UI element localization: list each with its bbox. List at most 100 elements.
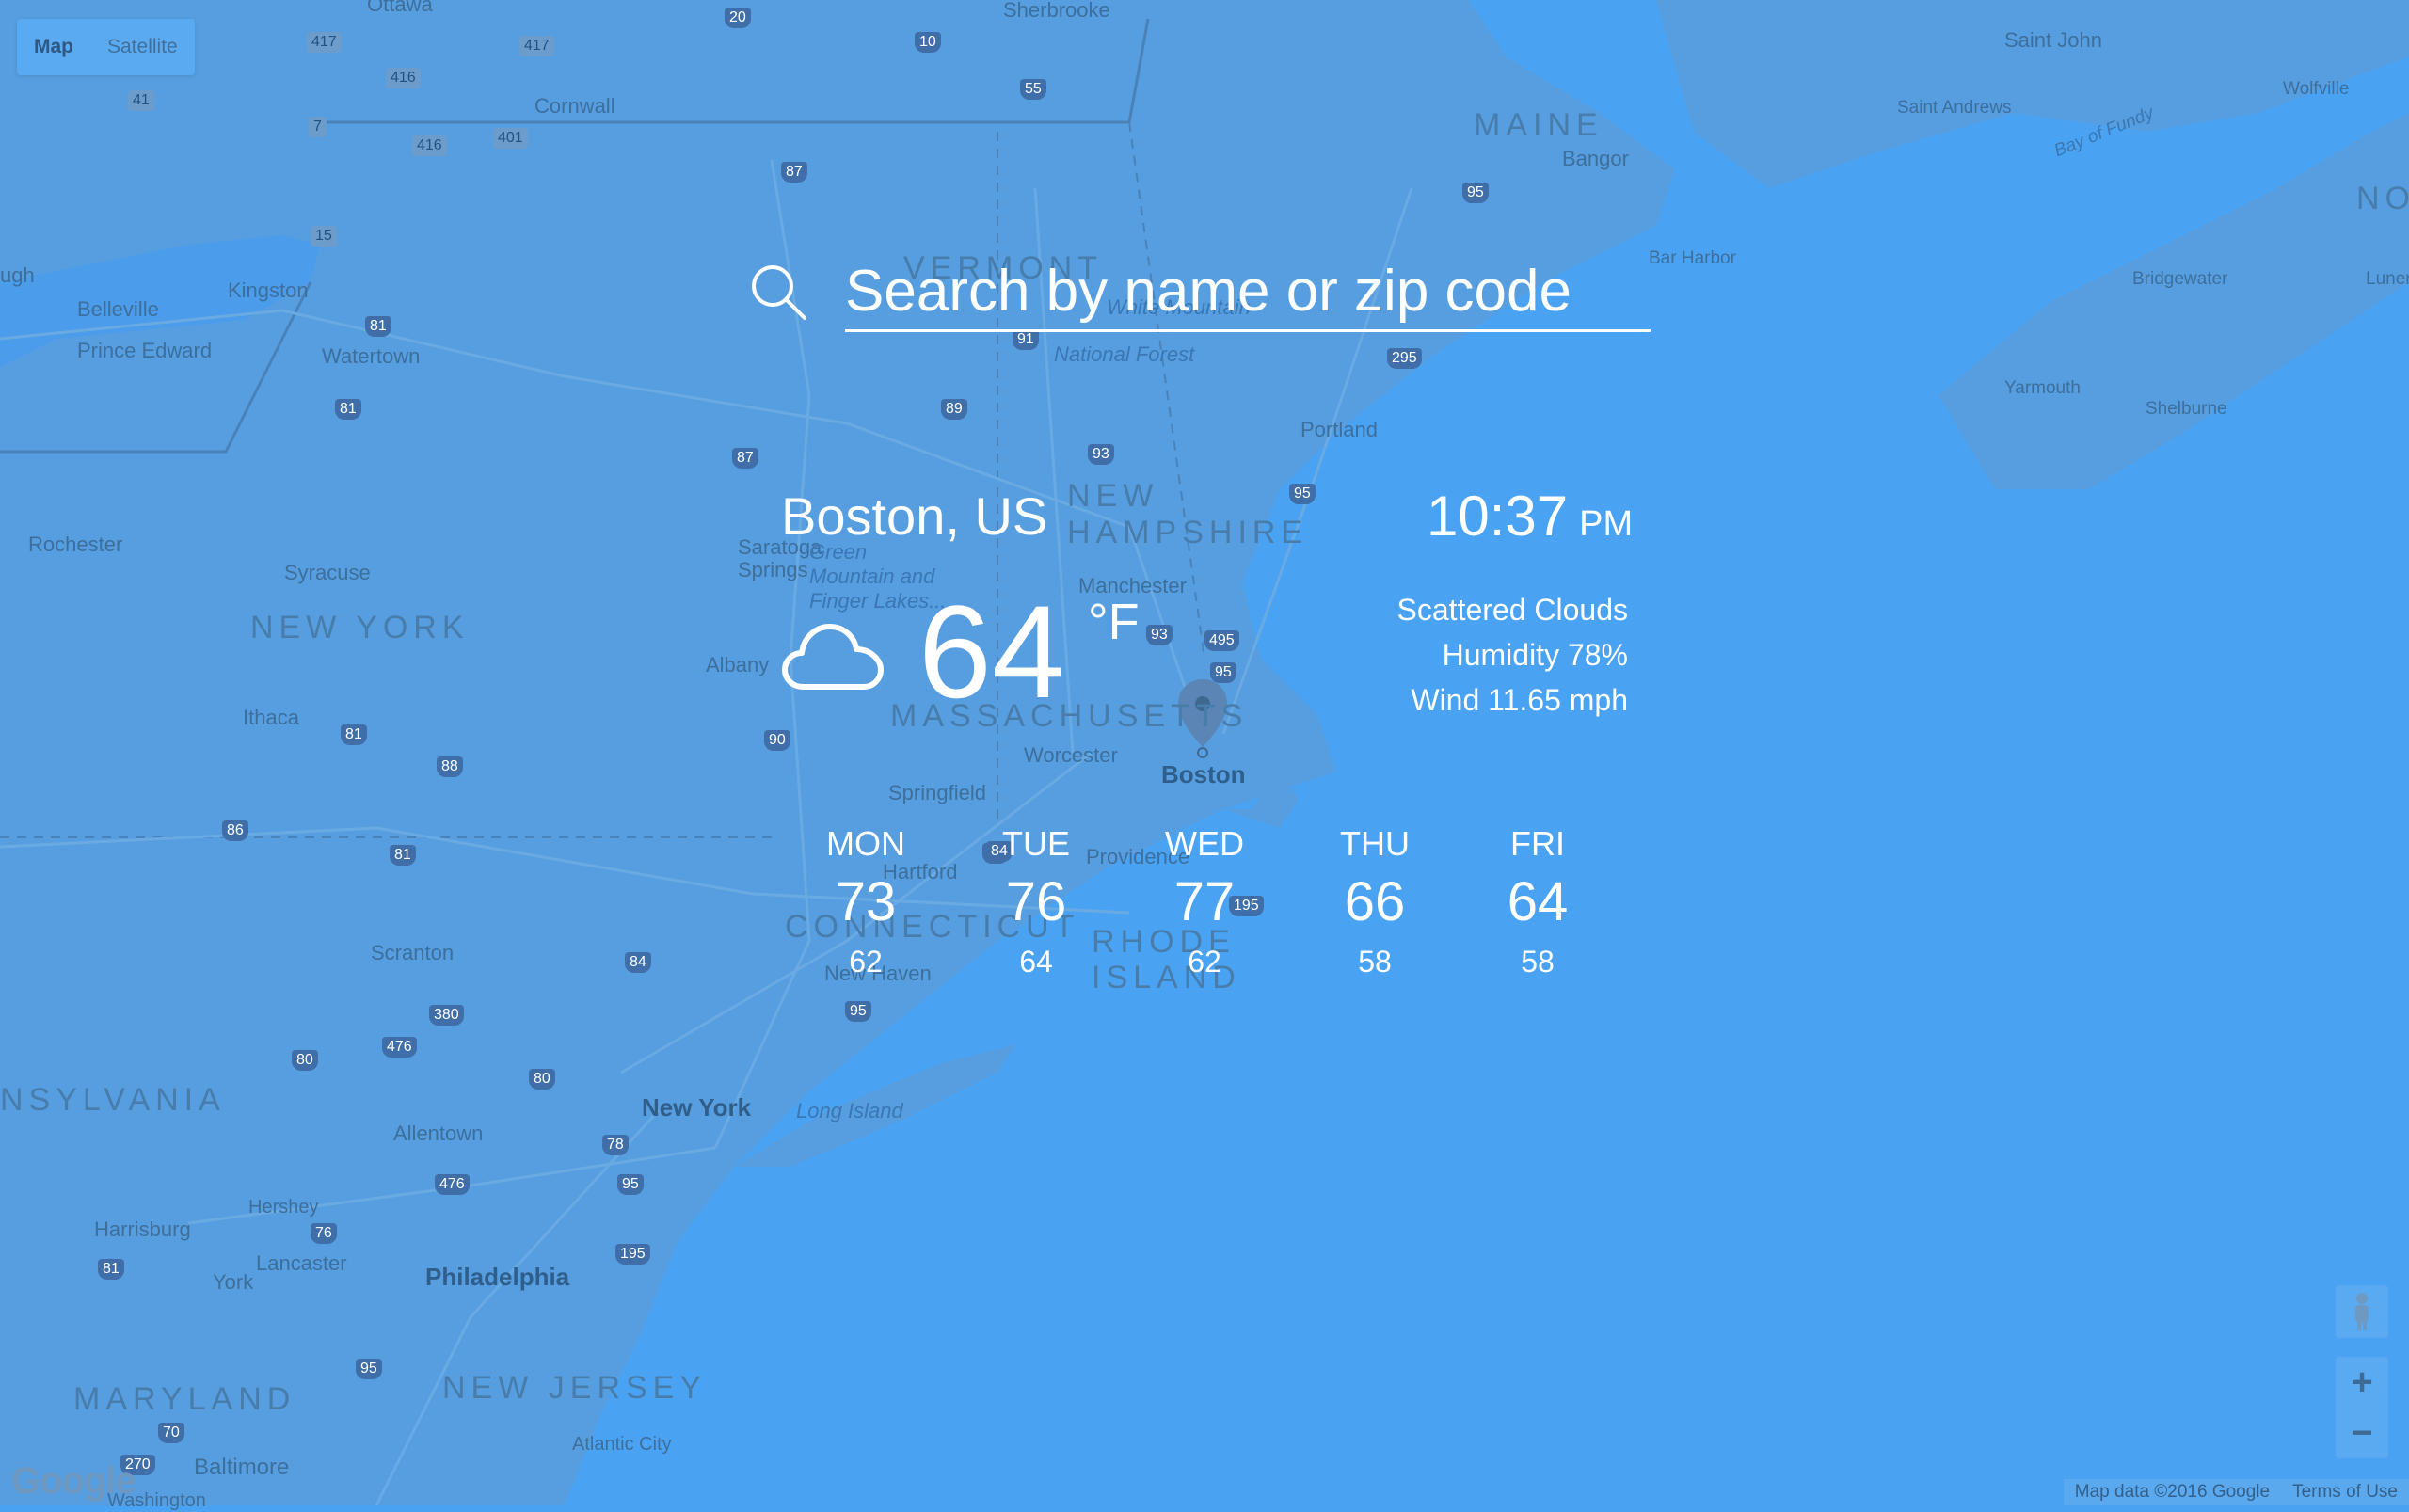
highway-shield: 416 bbox=[412, 135, 447, 156]
forecast-day: WED 77 62 bbox=[1157, 820, 1252, 982]
highway-shield: 95 bbox=[1462, 183, 1489, 203]
map-label: NSYLVANIA bbox=[0, 1082, 226, 1118]
highway-shield: 417 bbox=[307, 32, 342, 53]
highway-shield: 55 bbox=[1020, 79, 1046, 100]
map-label: Syracuse bbox=[284, 561, 371, 584]
map-label: Sherbrooke bbox=[1003, 0, 1110, 22]
temperature-unit[interactable]: °F bbox=[1088, 593, 1140, 651]
highway-shield: 81 bbox=[341, 724, 367, 745]
highway-shield: 417 bbox=[519, 36, 554, 56]
map-label: Ithaca bbox=[243, 706, 299, 729]
highway-shield: 80 bbox=[292, 1050, 318, 1071]
map-label: Harrisburg bbox=[94, 1218, 191, 1241]
highway-shield: 95 bbox=[1289, 484, 1316, 504]
search-icon[interactable] bbox=[748, 262, 808, 322]
map-label: Lunen bbox=[2366, 269, 2409, 289]
map-label: Baltimore bbox=[194, 1455, 290, 1480]
highway-shield: 81 bbox=[390, 845, 416, 866]
highway-shield: 93 bbox=[1088, 444, 1114, 465]
map-type-map-button[interactable]: Map bbox=[17, 19, 90, 75]
search-input[interactable] bbox=[845, 252, 1651, 332]
forecast-day-name: WED bbox=[1165, 824, 1244, 863]
forecast-day-name: MON bbox=[826, 824, 905, 863]
cloud-icon bbox=[782, 624, 884, 690]
highway-shield: 95 bbox=[356, 1359, 382, 1379]
map-label: Belleville bbox=[77, 297, 159, 321]
forecast-high: 76 bbox=[1005, 871, 1067, 932]
weather-details: Scattered Clouds Humidity 78% Wind 11.65… bbox=[1397, 587, 1628, 723]
zoom-in-button[interactable]: + bbox=[2336, 1357, 2388, 1408]
map-label: Shelburne bbox=[2146, 399, 2227, 419]
current-temperature: 64 bbox=[918, 578, 1065, 725]
zoom-control: + − bbox=[2336, 1357, 2388, 1458]
map-label: Long Island bbox=[796, 1099, 903, 1122]
highway-shield: 87 bbox=[732, 448, 758, 469]
map-label: Cornwall bbox=[534, 94, 615, 118]
forecast-high: 64 bbox=[1507, 871, 1569, 932]
highway-shield: 41 bbox=[128, 90, 154, 111]
terms-of-use-link[interactable]: Terms of Use bbox=[2281, 1479, 2409, 1505]
map-label: Saint Andrews bbox=[1897, 98, 2012, 118]
map-label: New York bbox=[642, 1093, 752, 1122]
forecast-low: 58 bbox=[1521, 945, 1555, 979]
map-label: National Forest bbox=[1054, 342, 1195, 366]
map-label: Atlantic City bbox=[572, 1434, 672, 1455]
map-label: Hershey bbox=[248, 1197, 319, 1218]
map-label: ugh bbox=[0, 263, 35, 287]
map-type-control: Map Satellite bbox=[17, 19, 195, 75]
time-value: 10:37 bbox=[1427, 485, 1569, 548]
highway-shield: 76 bbox=[311, 1223, 337, 1244]
map-label: Watertown bbox=[322, 344, 421, 368]
zoom-out-button[interactable]: − bbox=[2336, 1408, 2388, 1458]
forecast-low: 62 bbox=[849, 945, 883, 979]
map-label: NEW HAMPSHIRE bbox=[1067, 478, 1309, 550]
highway-shield: 70 bbox=[158, 1423, 184, 1443]
humidity-text: Humidity 78% bbox=[1442, 638, 1628, 672]
map-type-satellite-button[interactable]: Satellite bbox=[90, 19, 195, 75]
forecast-day: FRI 64 58 bbox=[1491, 820, 1585, 982]
map-label: Prince Edward bbox=[77, 339, 213, 362]
highway-shield: 81 bbox=[335, 399, 361, 420]
highway-shield: 93 bbox=[1146, 625, 1173, 645]
time-ampm: PM bbox=[1579, 504, 1634, 544]
forecast-day-name: TUE bbox=[1002, 824, 1070, 863]
forecast-low: 58 bbox=[1358, 945, 1392, 979]
highway-shield: 95 bbox=[617, 1174, 644, 1195]
street-view-pegman-icon[interactable] bbox=[2336, 1285, 2388, 1338]
pegman-icon bbox=[2355, 1293, 2369, 1330]
map-label: Lancaster bbox=[256, 1251, 347, 1275]
map-label: NEW JERSEY bbox=[442, 1370, 708, 1406]
city-name: Boston, US bbox=[781, 486, 1048, 546]
map-label: Bar Harbor bbox=[1649, 248, 1736, 268]
map-label: Wolfville bbox=[2283, 79, 2350, 99]
highway-shield: 90 bbox=[764, 730, 790, 751]
forecast-low: 62 bbox=[1188, 945, 1221, 979]
forecast-high: 73 bbox=[835, 871, 897, 932]
map-data-text: Map data ©2016 Google bbox=[2074, 1482, 2271, 1502]
highway-shield: 86 bbox=[222, 820, 248, 841]
highway-shield: 84 bbox=[625, 952, 651, 973]
highway-shield: 380 bbox=[429, 1005, 464, 1026]
map-label: MAINE bbox=[1474, 107, 1603, 143]
map-label: Springfield bbox=[888, 781, 986, 804]
map-attribution: Map data ©2016 Google Terms of Use bbox=[2063, 1479, 2409, 1505]
highway-shield: 15 bbox=[311, 226, 337, 247]
map-label: Worcester bbox=[1024, 743, 1118, 767]
highway-shield: 95 bbox=[1210, 662, 1236, 683]
map-label: Portland bbox=[1300, 418, 1378, 441]
google-logo[interactable]: Google bbox=[11, 1460, 136, 1503]
map-label: Kingston bbox=[228, 279, 309, 302]
map-background[interactable]: Ottawa Sherbrooke Saint John Saint Andre… bbox=[0, 0, 2409, 1511]
highway-shield: 81 bbox=[98, 1259, 124, 1280]
forecast-day: MON 73 62 bbox=[819, 820, 913, 982]
highway-shield: 401 bbox=[493, 128, 528, 149]
map-label: Yarmouth bbox=[2004, 378, 2081, 398]
local-time: 10:37 PM bbox=[1427, 484, 1633, 549]
map-geography bbox=[0, 0, 2409, 1506]
map-label: Albany bbox=[706, 653, 770, 676]
map-label: Allentown bbox=[393, 1122, 484, 1145]
highway-shield: 7 bbox=[309, 117, 327, 137]
map-label: NEW YORK bbox=[250, 610, 470, 645]
search-bar bbox=[748, 252, 1651, 333]
forecast-low: 64 bbox=[1019, 945, 1053, 979]
